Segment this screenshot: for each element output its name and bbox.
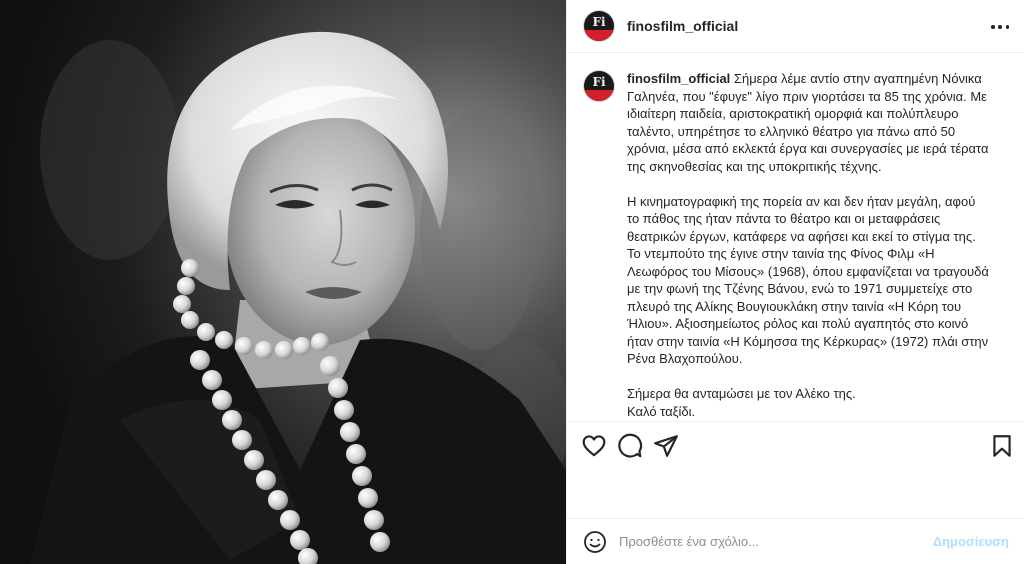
caption-line: ήταν στην ταινία «Η Κόμησσα της Κέρκυρας… (627, 333, 989, 349)
caption-line: Λεωφόρος του Μίσους» (1968), όπου εμφανί… (627, 263, 989, 279)
caption-paragraph-2: Η κινηματογραφική της πορεία αν και δεν … (627, 193, 1009, 368)
caption-line: Σήμερα θα ανταμώσει με τον Αλέκο της. (627, 386, 856, 401)
caption-line: Σήμερα λέμε αντίο στην αγαπημένη Νόνικα (733, 71, 982, 86)
caption-line: της σκηνοθεσίας και της υποκριτικής τέχν… (627, 158, 882, 174)
caption-username[interactable]: finosfilm_official (627, 71, 730, 86)
caption-line: θεατρικών έργων, κατάφερε να αφήσει και … (627, 228, 976, 244)
header-username[interactable]: finosfilm_official (627, 18, 738, 34)
heart-icon[interactable] (581, 433, 607, 459)
caption-avatar[interactable]: Fi (583, 70, 615, 102)
caption-text: finosfilm_official Σήμερα λέμε αντίο στη… (627, 70, 1009, 420)
avatar-logo: Fi (592, 15, 606, 29)
caption-line: ταλέντο, υπηρέτησε το ελληνικό θέατρο γι… (627, 123, 956, 139)
caption-line: Γαληνέα, που "έφυγε" λίγο πριν γιορτάσει… (627, 88, 987, 104)
profile-avatar[interactable]: Fi (583, 10, 615, 42)
caption-line: Η κινηματογραφική της πορεία αν και δεν … (627, 193, 976, 209)
caption-line: Ήλιου». Αξιοσημείωτος ρόλος και πολύ αγα… (627, 316, 969, 331)
post-side-panel: Fi finosfilm_official Fi finosfilm_offic… (566, 0, 1024, 564)
caption-line: Το ντεμπούτο της έγινε στην ταινία της Φ… (627, 246, 935, 261)
post-header: Fi finosfilm_official (567, 0, 1024, 53)
paper-plane-icon[interactable] (653, 433, 679, 459)
post-comment-button[interactable]: Δημοσίευση (933, 534, 1009, 549)
caption-paragraph-3: Σήμερα θα ανταμώσει με τον Αλέκο της. Κα… (627, 385, 1009, 420)
post-photo[interactable] (0, 0, 566, 564)
caption-line: χρόνια, μέσα από εκλεκτά έργα και συνεργ… (627, 141, 989, 156)
more-options-icon[interactable] (991, 18, 1009, 36)
caption-line: Καλό ταξίδι. (627, 403, 696, 419)
caption-line: με την φωνή της Τζένης Βάνου, ενώ το 197… (627, 281, 973, 296)
comment-bar: Δημοσίευση (567, 518, 1024, 564)
comment-input[interactable] (619, 534, 919, 549)
portrait-illustration (0, 0, 566, 564)
caption-line: το πάθος της ήταν πάντα το θέατρο και οι… (627, 211, 941, 226)
action-bar (567, 421, 1024, 467)
caption-area: Fi finosfilm_official Σήμερα λέμε αντίο … (567, 54, 1024, 420)
avatar-logo: Fi (592, 75, 606, 89)
caption-paragraph-1: finosfilm_official Σήμερα λέμε αντίο στη… (627, 70, 1009, 175)
caption-line: ιδιαίτερη παιδεία, αριστοκρατική ομορφιά… (627, 106, 959, 121)
avatar-red-band (584, 89, 614, 101)
emoji-icon[interactable] (583, 530, 607, 554)
avatar-red-band (584, 29, 614, 41)
caption-line: πλευρό της Αλίκης Βουγιουκλάκη στην ταιν… (627, 298, 962, 314)
comment-icon[interactable] (617, 433, 643, 459)
caption-row: Fi finosfilm_official Σήμερα λέμε αντίο … (583, 70, 1009, 420)
caption-line: Ρένα Βλαχοπούλου. (627, 351, 743, 366)
bookmark-icon[interactable] (989, 433, 1015, 459)
